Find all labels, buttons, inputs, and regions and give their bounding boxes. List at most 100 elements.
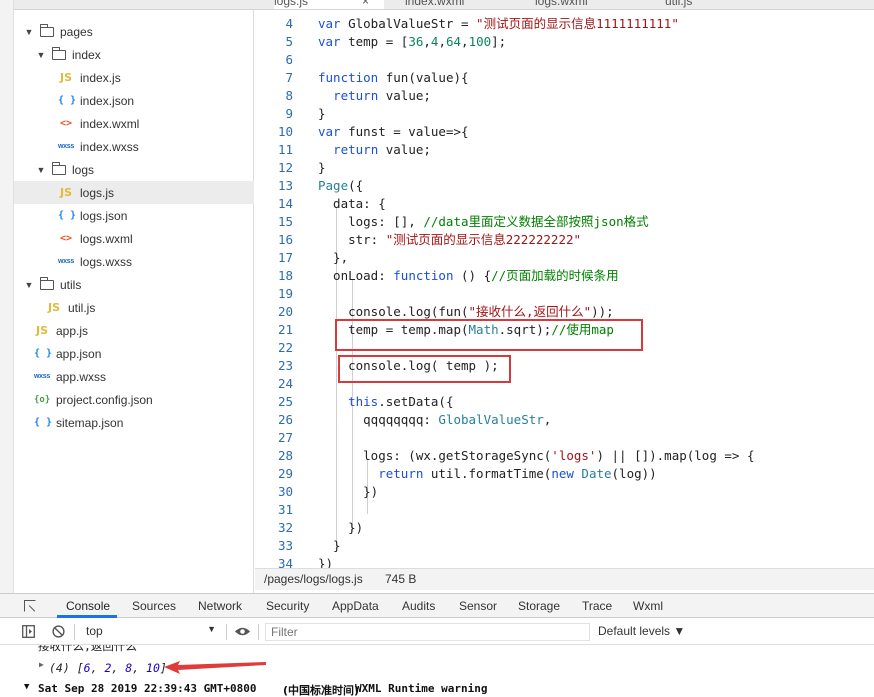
- code-line[interactable]: 11 return value;: [255, 141, 874, 159]
- devtools-tab-bar: Console Sources Network Security AppData Audi…: [0, 593, 874, 618]
- code-line[interactable]: 17 },: [255, 249, 874, 267]
- code-text: onLoad: function () {//页面加载的时候条用: [318, 268, 619, 283]
- tree-item-index-json[interactable]: { } index.json: [14, 89, 254, 112]
- code-line[interactable]: 30 }): [255, 483, 874, 501]
- code-line[interactable]: 8 return value;: [255, 87, 874, 105]
- chevron-down-icon[interactable]: ▼: [36, 165, 46, 175]
- warning-text: WXML Runtime warning: [355, 682, 488, 695]
- toolbar-separator: [258, 624, 259, 640]
- code-line[interactable]: 13 Page({: [255, 177, 874, 195]
- code-line[interactable]: 14 data: {: [255, 195, 874, 213]
- tree-item-logs-json[interactable]: { } logs.json: [14, 204, 254, 227]
- console-warning-line[interactable]: ▼ Sat Sep 28 2019 22:39:43 GMT+0800 (中国标…: [0, 682, 874, 697]
- code-line[interactable]: 31: [255, 501, 874, 519]
- tab-util-js[interactable]: util.js: [665, 0, 692, 9]
- tree-item-logs-js[interactable]: JS logs.js: [14, 181, 254, 204]
- code-line[interactable]: 7 function fun(value){: [255, 69, 874, 87]
- tree-item-index-wxss[interactable]: wxss index.wxss: [14, 135, 254, 158]
- code-text: var temp = [36,4,64,100];: [318, 34, 507, 49]
- chevron-down-icon[interactable]: ▼: [24, 27, 34, 37]
- code-text: Page({: [318, 178, 364, 193]
- inspect-element-icon[interactable]: [24, 600, 36, 612]
- tree-item-logs[interactable]: ▼ logs: [14, 158, 254, 181]
- code-line[interactable]: 29 return util.formatTime(new Date(log)): [255, 465, 874, 483]
- wxml-file-icon: <>: [59, 233, 73, 244]
- tree-item-index-wxml[interactable]: <> index.wxml: [14, 112, 254, 135]
- tree-item-logs-wxml[interactable]: <> logs.wxml: [14, 227, 254, 250]
- devtools-tab-wxml[interactable]: Wxml: [633, 599, 663, 613]
- tree-item-label: logs.wxml: [80, 231, 133, 246]
- tree-item-index[interactable]: ▼ index: [14, 43, 254, 66]
- devtools-tab-appdata[interactable]: AppData: [332, 599, 379, 613]
- warning-date: Sat Sep 28 2019 22:39:43 GMT+0800: [38, 682, 257, 695]
- js-file-icon: JS: [59, 186, 72, 199]
- code-line[interactable]: 5 var temp = [36,4,64,100];: [255, 33, 874, 51]
- devtools-tab-network[interactable]: Network: [198, 599, 242, 613]
- collapse-triangle-icon[interactable]: ▼: [24, 682, 29, 692]
- code-line[interactable]: 25 this.setData({: [255, 393, 874, 411]
- tree-item-app-wxss[interactable]: wxss app.wxss: [14, 365, 254, 388]
- line-number: 23: [277, 358, 293, 373]
- tab-logs-wxml[interactable]: logs.wxml: [535, 0, 588, 9]
- code-line[interactable]: 26 qqqqqqqq: GlobalValueStr,: [255, 411, 874, 429]
- code-line[interactable]: 33 }: [255, 537, 874, 555]
- sidebar-toggle-icon[interactable]: [22, 625, 35, 638]
- code-line[interactable]: 34}): [255, 555, 874, 568]
- tree-item-app-json[interactable]: { } app.json: [14, 342, 254, 365]
- json-file-icon: { }: [58, 95, 77, 106]
- code-line[interactable]: 6: [255, 51, 874, 69]
- chevron-down-icon[interactable]: ▼: [24, 280, 34, 290]
- tree-item-index-js[interactable]: JS index.js: [14, 66, 254, 89]
- devtools-tab-sources[interactable]: Sources: [132, 599, 176, 613]
- devtools-tab-trace[interactable]: Trace: [582, 599, 612, 613]
- chevron-down-icon: ▼: [207, 624, 216, 634]
- tree-item-label: sitemap.json: [56, 415, 124, 430]
- tree-item-project-config-json[interactable]: {o} project.config.json: [14, 388, 254, 411]
- tree-item-sitemap-json[interactable]: { } sitemap.json: [14, 411, 254, 434]
- context-value: top: [86, 624, 103, 638]
- code-text: return value;: [333, 142, 431, 157]
- eye-icon[interactable]: [234, 625, 251, 638]
- code-editor[interactable]: 4 var GlobalValueStr = "测试页面的显示信息11111111…: [255, 10, 874, 568]
- devtools-tab-sensor[interactable]: Sensor: [459, 599, 497, 613]
- log-levels-select[interactable]: Default levels ▼: [598, 624, 685, 638]
- tree-item-app-js[interactable]: JS app.js: [14, 319, 254, 342]
- highlight-box-log: [338, 355, 511, 383]
- tab-logs-js[interactable]: logs.js ×: [274, 0, 384, 9]
- devtools-tab-storage[interactable]: Storage: [518, 599, 560, 613]
- js-file-icon: JS: [59, 71, 72, 84]
- code-line[interactable]: 12}: [255, 159, 874, 177]
- devtools-tab-console[interactable]: Console: [66, 599, 110, 613]
- tab-close-icon[interactable]: ×: [362, 0, 369, 8]
- chevron-down-icon[interactable]: ▼: [36, 50, 46, 60]
- code-line[interactable]: 18 onLoad: function () {//页面加载的时候条用: [255, 267, 874, 285]
- code-text: data: {: [318, 196, 386, 211]
- devtools-tab-audits[interactable]: Audits: [402, 599, 435, 613]
- code-line[interactable]: 28 logs: (wx.getStorageSync('logs') || […: [255, 447, 874, 465]
- devtools-tab-security[interactable]: Security: [266, 599, 309, 613]
- line-number: 29: [277, 466, 293, 481]
- tree-item-util-js[interactable]: JS util.js: [14, 296, 254, 319]
- line-number: 11: [277, 142, 293, 157]
- clear-console-icon[interactable]: [52, 625, 65, 638]
- code-line[interactable]: 32 }): [255, 519, 874, 537]
- code-line[interactable]: 15 logs: [], //data里面定义数据全部按照json格式: [255, 213, 874, 231]
- code-line[interactable]: 16 str: "测试页面的显示信息222222222": [255, 231, 874, 249]
- console-array-line[interactable]: ▶ (4) [6, 2, 8, 10]: [0, 660, 874, 681]
- code-line[interactable]: 10 var funst = value=>{: [255, 123, 874, 141]
- code-line[interactable]: 27: [255, 429, 874, 447]
- tree-item-pages[interactable]: ▼ pages: [14, 20, 254, 43]
- code-line[interactable]: 4 var GlobalValueStr = "测试页面的显示信息11111111…: [255, 15, 874, 33]
- context-select[interactable]: top ▼: [82, 623, 220, 640]
- filter-input[interactable]: [265, 623, 590, 641]
- tree-item-utils[interactable]: ▼ utils: [14, 273, 254, 296]
- tab-index-wxml[interactable]: index.wxml: [405, 0, 464, 9]
- line-number: 33: [277, 538, 293, 553]
- console-toolbar: top ▼ Default levels ▼: [0, 618, 874, 645]
- code-line[interactable]: 9}: [255, 105, 874, 123]
- expand-triangle-icon[interactable]: ▶: [39, 660, 44, 669]
- tree-item-logs-wxss[interactable]: wxss logs.wxss: [14, 250, 254, 273]
- line-number: 24: [277, 376, 293, 391]
- warning-timezone: (中国标准时间): [283, 684, 360, 697]
- code-line[interactable]: 19: [255, 285, 874, 303]
